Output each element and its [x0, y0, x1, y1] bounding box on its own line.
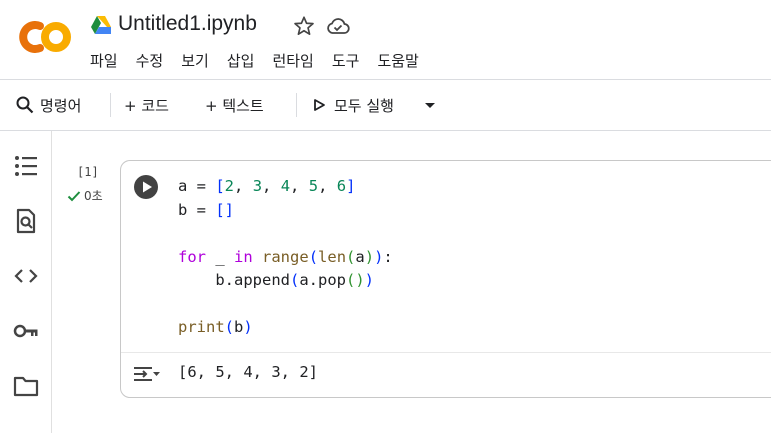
- code-editor[interactable]: a = [2, 3, 4, 5, 6] b = [] for _ in rang…: [178, 175, 393, 340]
- run-all-dropdown[interactable]: [423, 92, 437, 118]
- play-outline-icon: [314, 99, 325, 111]
- code-snippets-icon[interactable]: [13, 263, 39, 289]
- code-line-4: for _ in range(len(a)):: [178, 247, 393, 266]
- left-sidebar: [0, 131, 52, 433]
- menu-insert[interactable]: 삽입: [227, 50, 261, 71]
- menu-help[interactable]: 도움말: [377, 50, 424, 71]
- execution-status: 0초: [67, 187, 103, 204]
- code-line-5: b.append(a.pop()): [178, 271, 375, 289]
- toolbar: 명령어 + 코드 + 텍스트 모두 실행: [0, 80, 771, 130]
- toolbar-separator: [110, 93, 111, 117]
- execution-count: [1]: [77, 165, 99, 179]
- execution-time: 0초: [84, 189, 103, 203]
- check-icon: [67, 190, 81, 201]
- secrets-key-icon[interactable]: [13, 318, 39, 344]
- menu-file[interactable]: 파일: [90, 50, 124, 71]
- code-line-2: b = []: [178, 200, 234, 219]
- output-separator: [121, 352, 771, 353]
- run-all-button[interactable]: 모두 실행: [312, 92, 394, 118]
- command-palette-button[interactable]: 명령어: [15, 92, 81, 118]
- code-line-1: a = [2, 3, 4, 5, 6]: [178, 177, 356, 195]
- add-code-button[interactable]: + 코드: [124, 92, 169, 118]
- google-drive-icon[interactable]: [90, 15, 112, 35]
- command-label: 명령어: [40, 96, 82, 115]
- colab-logo[interactable]: [17, 17, 73, 57]
- app-header: Untitled1.ipynb 파일 수정 보기 삽입 런타임 도구 도움말: [0, 0, 771, 80]
- run-cell-button[interactable]: [133, 174, 159, 200]
- notebook-title[interactable]: Untitled1.ipynb: [118, 12, 257, 36]
- menu-bar: 파일 수정 보기 삽입 런타임 도구 도움말: [90, 50, 437, 71]
- menu-edit[interactable]: 수정: [136, 50, 170, 71]
- add-text-label: + 텍스트: [205, 96, 264, 115]
- menu-runtime[interactable]: 런타임: [272, 50, 319, 71]
- add-text-button[interactable]: + 텍스트: [205, 92, 264, 118]
- star-icon[interactable]: [293, 15, 315, 37]
- run-all-label: 모두 실행: [334, 96, 394, 115]
- code-line-7: print(b): [178, 318, 253, 336]
- toolbar-divider: [0, 130, 771, 131]
- cell-output: [6, 5, 4, 3, 2]: [178, 363, 318, 381]
- table-of-contents-icon[interactable]: [13, 153, 39, 179]
- search-icon: [16, 96, 34, 114]
- menu-view[interactable]: 보기: [181, 50, 215, 71]
- caret-down-icon: [425, 103, 435, 108]
- toolbar-separator: [296, 93, 297, 117]
- menu-tools[interactable]: 도구: [332, 50, 366, 71]
- folder-icon[interactable]: [13, 373, 39, 399]
- find-icon[interactable]: [13, 208, 39, 234]
- add-code-label: + 코드: [124, 96, 169, 115]
- cloud-saved-icon[interactable]: [326, 15, 350, 37]
- output-actions-icon[interactable]: [133, 363, 161, 385]
